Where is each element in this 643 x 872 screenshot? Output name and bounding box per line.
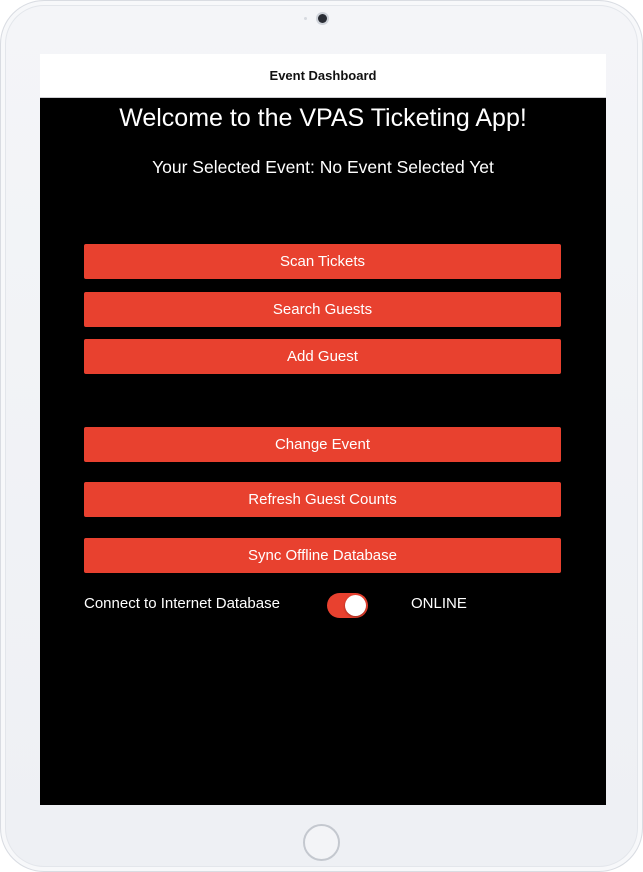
sensor-dot: [304, 17, 307, 20]
selected-event-text: Your Selected Event: No Event Selected Y…: [152, 157, 494, 177]
refresh-guest-counts-button[interactable]: Refresh Guest Counts: [84, 482, 561, 517]
change-event-button[interactable]: Change Event: [84, 427, 561, 462]
welcome-heading: Welcome to the VPAS Ticketing App!: [119, 104, 527, 132]
front-camera: [318, 14, 327, 23]
page-title: Event Dashboard: [269, 68, 377, 83]
app-screen: Event Dashboard Welcome to the VPAS Tick…: [40, 54, 606, 805]
tablet-device-frame: Event Dashboard Welcome to the VPAS Tick…: [0, 0, 643, 872]
sync-offline-database-button[interactable]: Sync Offline Database: [84, 538, 561, 573]
add-guest-button[interactable]: Add Guest: [84, 339, 561, 374]
search-guests-button[interactable]: Search Guests: [84, 292, 561, 327]
home-button[interactable]: [303, 824, 340, 861]
connect-database-toggle[interactable]: [327, 593, 368, 618]
scan-tickets-button[interactable]: Scan Tickets: [84, 244, 561, 279]
toggle-knob: [345, 595, 366, 616]
navigation-bar: Event Dashboard: [40, 54, 606, 98]
connection-status-text: ONLINE: [411, 595, 467, 612]
connect-database-label: Connect to Internet Database: [84, 595, 280, 612]
